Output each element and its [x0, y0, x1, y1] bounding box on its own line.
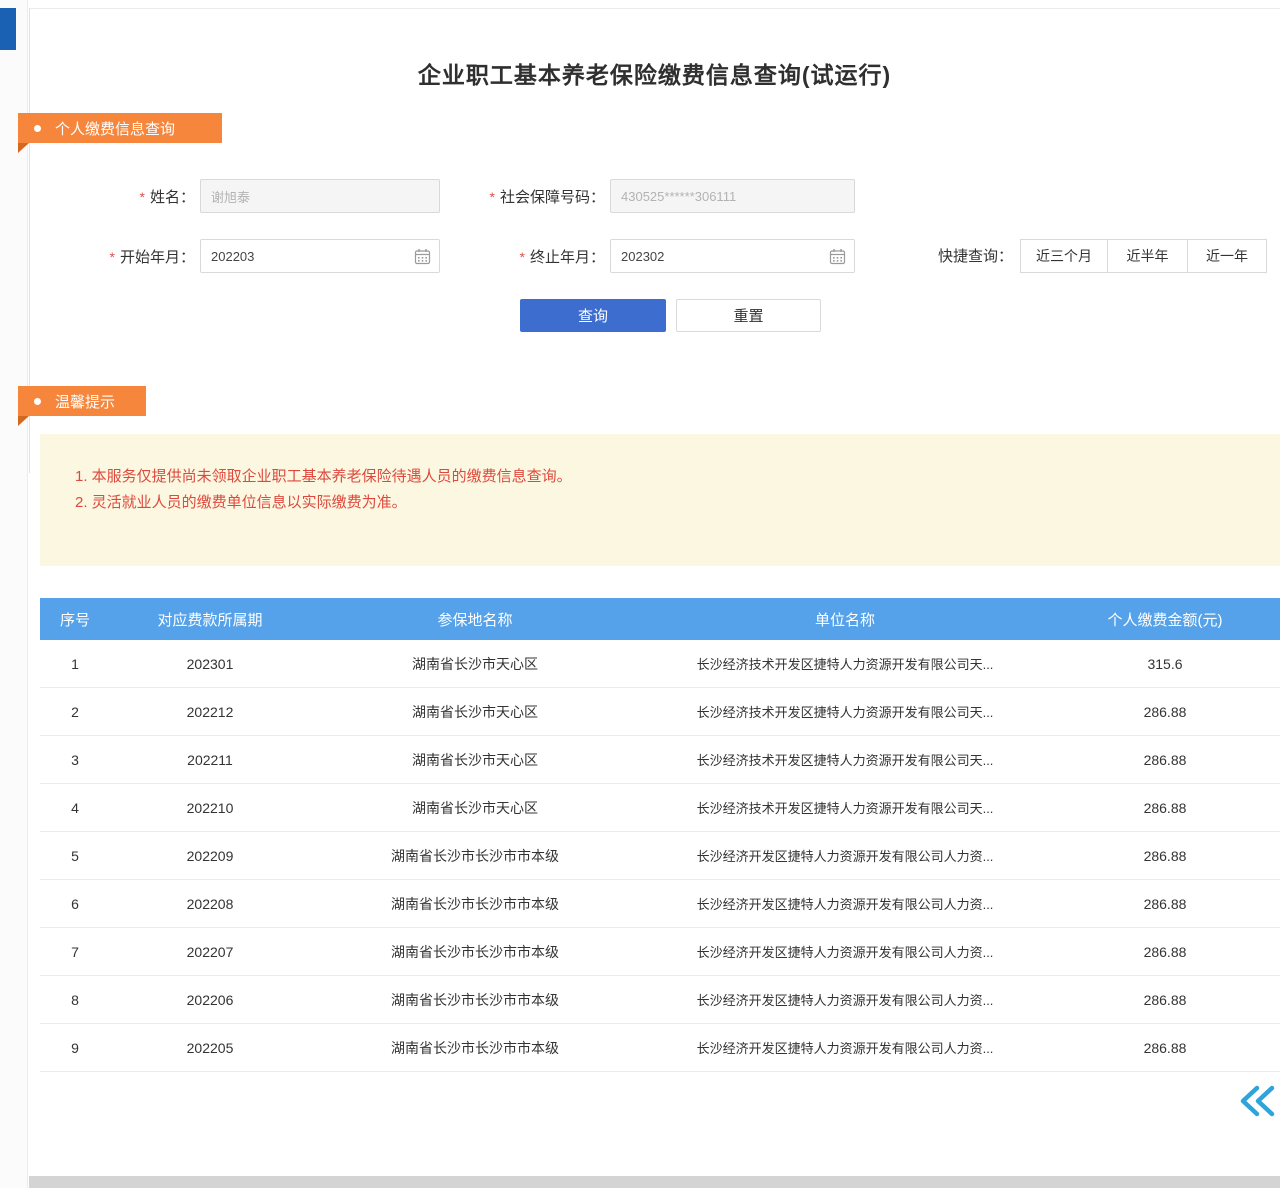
pension-query-page: 企业职工基本养老保险缴费信息查询(试运行) 个人缴费信息查询 *姓名： *社会保… [0, 0, 1280, 1188]
calendar-icon[interactable] [829, 248, 846, 265]
header-period: 对应费款所属期 [110, 609, 310, 630]
cell-employer: 长沙经济技术开发区捷特人力资源开发有限公司天... [640, 654, 1050, 673]
calendar-icon[interactable] [414, 248, 431, 265]
cell-insured-place: 湖南省长沙市天心区 [310, 702, 640, 722]
notice-line: 2. 灵活就业人员的缴费单位信息以实际缴费为准。 [75, 490, 1260, 516]
badge-fold-decoration [18, 416, 29, 426]
cell-amount: 286.88 [1050, 992, 1280, 1008]
table-row: 1 202301 湖南省长沙市天心区 长沙经济技术开发区捷特人力资源开发有限公司… [40, 640, 1280, 688]
cell-employer: 长沙经济技术开发区捷特人力资源开发有限公司天... [640, 750, 1050, 769]
cell-period: 202209 [110, 848, 310, 864]
name-label: *姓名： [40, 187, 195, 208]
start-month-label: *开始年月： [40, 247, 195, 268]
left-blue-tab [0, 8, 16, 50]
required-marker: * [520, 249, 525, 265]
quick-last-half-year-button[interactable]: 近半年 [1107, 239, 1188, 273]
cell-insured-place: 湖南省长沙市天心区 [310, 654, 640, 674]
table-row: 5 202209 湖南省长沙市长沙市市本级 长沙经济开发区捷特人力资源开发有限公… [40, 832, 1280, 880]
table-row: 3 202211 湖南省长沙市天心区 长沙经济技术开发区捷特人力资源开发有限公司… [40, 736, 1280, 784]
quick-last-year-button[interactable]: 近一年 [1187, 239, 1267, 273]
table-row: 9 202205 湖南省长沙市长沙市市本级 长沙经济开发区捷特人力资源开发有限公… [40, 1024, 1280, 1072]
required-marker: * [110, 249, 115, 265]
cell-insured-place: 湖南省长沙市长沙市市本级 [310, 1038, 640, 1058]
section-badge-personal-query: 个人缴费信息查询 [18, 113, 222, 143]
header-insured-place: 参保地名称 [310, 609, 640, 630]
cell-seq: 5 [40, 848, 110, 864]
cell-employer: 长沙经济开发区捷特人力资源开发有限公司人力资... [640, 990, 1050, 1009]
cell-seq: 8 [40, 992, 110, 1008]
cell-amount: 315.6 [1050, 656, 1280, 672]
cell-seq: 2 [40, 704, 110, 720]
table-row: 4 202210 湖南省长沙市天心区 长沙经济技术开发区捷特人力资源开发有限公司… [40, 784, 1280, 832]
section-badge-label: 温馨提示 [55, 391, 115, 412]
cell-employer: 长沙经济开发区捷特人力资源开发有限公司人力资... [640, 942, 1050, 961]
payment-records-table: 序号 对应费款所属期 参保地名称 单位名称 个人缴费金额(元) 1 202301… [40, 598, 1280, 1072]
cell-period: 202206 [110, 992, 310, 1008]
cell-seq: 6 [40, 896, 110, 912]
left-gutter [0, 0, 28, 1188]
bottom-gray-bar [29, 1176, 1280, 1188]
end-month-label: *终止年月： [437, 247, 605, 268]
cell-insured-place: 湖南省长沙市天心区 [310, 798, 640, 818]
cell-amount: 286.88 [1050, 944, 1280, 960]
ssn-field[interactable] [610, 179, 855, 213]
cell-seq: 3 [40, 752, 110, 768]
required-marker: * [140, 189, 145, 205]
header-employer: 单位名称 [640, 609, 1050, 630]
table-row: 2 202212 湖南省长沙市天心区 长沙经济技术开发区捷特人力资源开发有限公司… [40, 688, 1280, 736]
cell-period: 202211 [110, 752, 310, 768]
cell-amount: 286.88 [1050, 800, 1280, 816]
cell-period: 202301 [110, 656, 310, 672]
query-button[interactable]: 查询 [520, 299, 666, 332]
cell-amount: 286.88 [1050, 848, 1280, 864]
table-row: 8 202206 湖南省长沙市长沙市市本级 长沙经济开发区捷特人力资源开发有限公… [40, 976, 1280, 1024]
cell-period: 202205 [110, 1040, 310, 1056]
cell-employer: 长沙经济技术开发区捷特人力资源开发有限公司天... [640, 798, 1050, 817]
section-badge-label: 个人缴费信息查询 [55, 118, 175, 139]
cell-insured-place: 湖南省长沙市天心区 [310, 750, 640, 770]
header-seq: 序号 [40, 609, 110, 630]
section-badge-tips: 温馨提示 [18, 386, 146, 416]
cell-employer: 长沙经济开发区捷特人力资源开发有限公司人力资... [640, 894, 1050, 913]
cell-amount: 286.88 [1050, 704, 1280, 720]
reset-button[interactable]: 重置 [676, 299, 821, 332]
bullet-dot-icon [34, 398, 41, 405]
cell-insured-place: 湖南省长沙市长沙市市本级 [310, 894, 640, 914]
required-marker: * [490, 189, 495, 205]
badge-fold-decoration [18, 143, 29, 153]
cell-amount: 286.88 [1050, 752, 1280, 768]
table-row: 6 202208 湖南省长沙市长沙市市本级 长沙经济开发区捷特人力资源开发有限公… [40, 880, 1280, 928]
bullet-dot-icon [34, 125, 41, 132]
cell-seq: 4 [40, 800, 110, 816]
cell-seq: 9 [40, 1040, 110, 1056]
cell-insured-place: 湖南省长沙市长沙市市本级 [310, 846, 640, 866]
page-title: 企业职工基本养老保险缴费信息查询(试运行) [29, 56, 1280, 90]
quick-query-label: 快捷查询： [895, 247, 1013, 267]
cell-insured-place: 湖南省长沙市长沙市市本级 [310, 990, 640, 1010]
cell-amount: 286.88 [1050, 896, 1280, 912]
cell-amount: 286.88 [1050, 1040, 1280, 1056]
cell-period: 202207 [110, 944, 310, 960]
cell-employer: 长沙经济开发区捷特人力资源开发有限公司人力资... [640, 846, 1050, 865]
ssn-label: *社会保障号码： [437, 187, 605, 208]
cell-employer: 长沙经济开发区捷特人力资源开发有限公司人力资... [640, 1038, 1050, 1057]
cell-period: 202210 [110, 800, 310, 816]
notice-box: 1. 本服务仅提供尚未领取企业职工基本养老保险待遇人员的缴费信息查询。 2. 灵… [40, 434, 1280, 566]
table-row: 7 202207 湖南省长沙市长沙市市本级 长沙经济开发区捷特人力资源开发有限公… [40, 928, 1280, 976]
end-month-field[interactable] [610, 239, 855, 273]
cell-period: 202208 [110, 896, 310, 912]
name-field[interactable] [200, 179, 440, 213]
table-header-row: 序号 对应费款所属期 参保地名称 单位名称 个人缴费金额(元) [40, 598, 1280, 640]
cell-period: 202212 [110, 704, 310, 720]
cell-insured-place: 湖南省长沙市长沙市市本级 [310, 942, 640, 962]
cell-seq: 1 [40, 656, 110, 672]
cell-seq: 7 [40, 944, 110, 960]
quick-last-3-months-button[interactable]: 近三个月 [1020, 239, 1108, 273]
notice-line: 1. 本服务仅提供尚未领取企业职工基本养老保险待遇人员的缴费信息查询。 [75, 464, 1260, 490]
cell-employer: 长沙经济技术开发区捷特人力资源开发有限公司天... [640, 702, 1050, 721]
start-month-field[interactable] [200, 239, 440, 273]
collapse-double-chevron-icon[interactable] [1238, 1084, 1276, 1118]
header-amount: 个人缴费金额(元) [1050, 609, 1280, 630]
panel-top-border [29, 8, 1280, 9]
